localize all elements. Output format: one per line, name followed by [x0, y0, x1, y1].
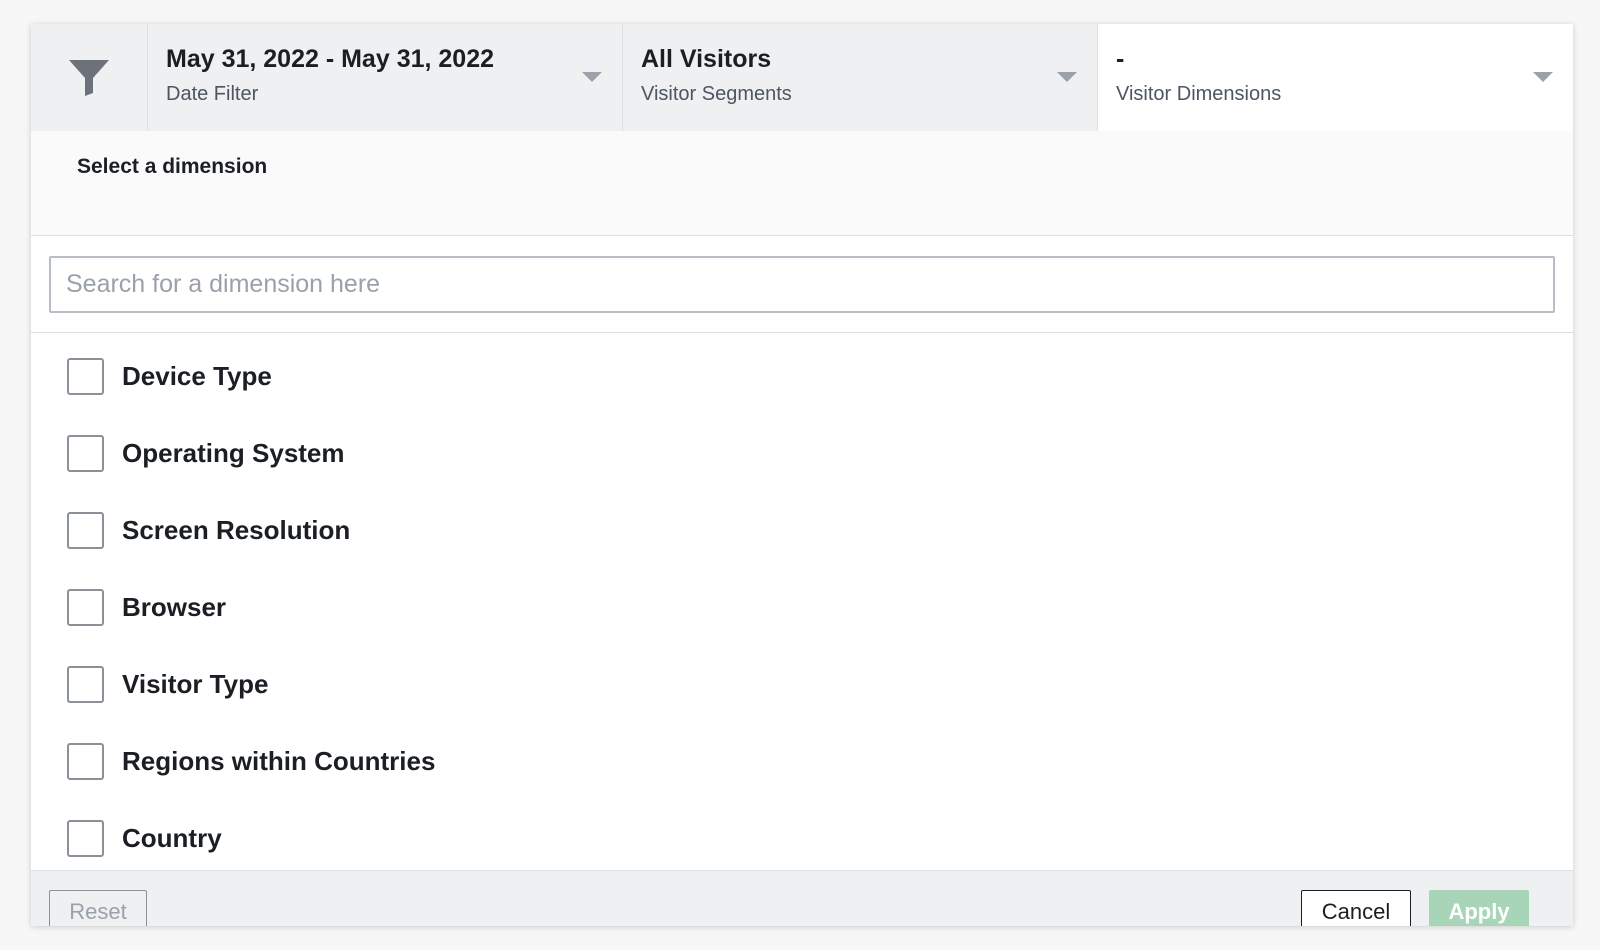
reset-button[interactable]: Reset [49, 890, 147, 926]
chevron-down-icon [582, 72, 602, 82]
dimension-item-device-type[interactable]: Device Type [67, 356, 272, 396]
checkbox[interactable] [67, 742, 104, 780]
dimension-item-label: Device Type [122, 360, 272, 391]
dimension-header: Select a dimension [31, 131, 1573, 236]
dimension-panel-title: Select a dimension [77, 155, 268, 178]
checkbox[interactable] [67, 665, 104, 703]
checkbox[interactable] [67, 819, 104, 857]
dimension-item-operating-system[interactable]: Operating System [67, 433, 345, 473]
dimension-item-label: Visitor Type [122, 668, 269, 699]
date-filter-label: Date Filter [166, 83, 259, 105]
dimension-item-screen-resolution[interactable]: Screen Resolution [67, 510, 350, 550]
dimension-item-label: Country [122, 822, 222, 853]
dimension-search-input[interactable] [49, 256, 1555, 313]
chevron-down-icon [1057, 72, 1077, 82]
cancel-button[interactable]: Cancel [1301, 890, 1411, 926]
visitor-dimensions-label: Visitor Dimensions [1116, 83, 1282, 105]
dimension-item-visitor-type[interactable]: Visitor Type [67, 664, 268, 704]
checkbox[interactable] [67, 357, 104, 395]
dimension-item-label: Regions within Countries [122, 745, 436, 776]
checkbox[interactable] [67, 588, 104, 626]
checkbox[interactable] [67, 511, 104, 549]
visitor-segments-label: Visitor Segments [641, 83, 792, 105]
dimension-list[interactable]: Device Type Operating System Screen Reso… [31, 333, 1573, 870]
dimension-item-country[interactable]: Country [67, 818, 222, 858]
filter-panel: May 31, 2022 - May 31, 2022 Date Filter … [31, 24, 1573, 926]
chevron-down-icon [1533, 72, 1553, 82]
date-filter-dropdown[interactable]: May 31, 2022 - May 31, 2022 Date Filter [148, 24, 623, 131]
dimension-item-label: Browser [122, 591, 227, 622]
search-wrapper [49, 256, 1555, 313]
panel-footer: Reset Cancel Apply [31, 870, 1573, 926]
visitor-segments-value: All Visitors [641, 45, 772, 73]
dimension-item-regions-within-countries[interactable]: Regions within Countries [67, 741, 435, 781]
dimension-item-browser[interactable]: Browser [67, 587, 226, 627]
dimension-item-label: Screen Resolution [122, 514, 351, 545]
filter-icon-cell[interactable] [31, 24, 148, 131]
visitor-segments-dropdown[interactable]: All Visitors Visitor Segments [623, 24, 1098, 131]
visitor-dimensions-dropdown[interactable]: - Visitor Dimensions [1098, 24, 1573, 131]
visitor-dimensions-value: - [1116, 45, 1125, 73]
filter-funnel-icon [69, 59, 109, 96]
checkbox[interactable] [67, 434, 104, 472]
apply-button[interactable]: Apply [1429, 890, 1529, 926]
date-filter-value: May 31, 2022 - May 31, 2022 [166, 45, 495, 73]
filter-bar: May 31, 2022 - May 31, 2022 Date Filter … [31, 24, 1573, 131]
dimension-item-label: Operating System [122, 437, 345, 468]
